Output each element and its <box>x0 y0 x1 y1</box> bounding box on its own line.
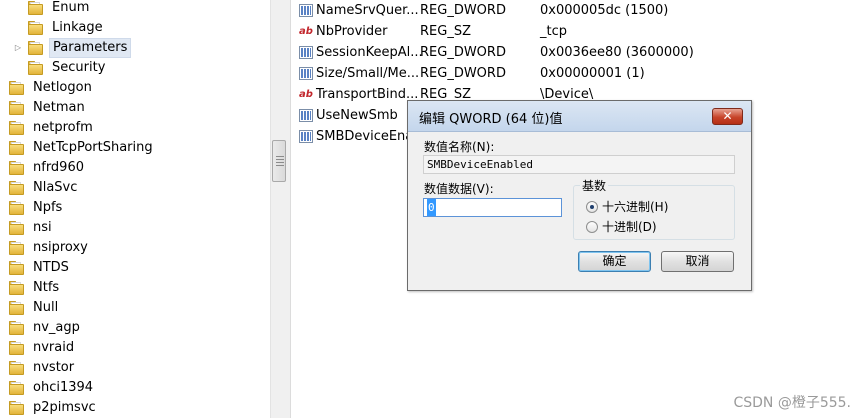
folder-icon <box>8 281 25 295</box>
binary-value-icon <box>299 46 313 59</box>
tree-item-label: Enum <box>52 0 90 15</box>
tree-item-label: Linkage <box>52 20 103 35</box>
value-name: Size/Small/Me... <box>316 66 420 81</box>
binary-value-icon <box>299 130 313 143</box>
folder-icon <box>8 241 25 255</box>
close-button[interactable]: ✕ <box>712 108 743 125</box>
registry-tree-pane[interactable]: Enum Linkage ▷ Parameters Security Netlogon Ne… <box>0 0 270 418</box>
tree-item-label: Netman <box>33 100 85 115</box>
tree-item-label: nsi <box>33 220 52 235</box>
value-data-input[interactable]: 0 <box>423 198 562 217</box>
cancel-button[interactable]: 取消 <box>661 251 734 272</box>
tree-item-label: nsiproxy <box>33 240 88 255</box>
scrollbar-thumb[interactable] <box>272 140 286 182</box>
folder-icon <box>8 221 25 235</box>
value-data-text: 0 <box>427 199 436 216</box>
tree-item-label: NlaSvc <box>33 180 78 195</box>
radio-dec-button[interactable] <box>586 221 598 233</box>
value-type: REG_DWORD <box>420 45 506 60</box>
expand-arrow-icon[interactable]: ▷ <box>13 38 23 58</box>
radio-hex-button[interactable] <box>586 201 598 213</box>
folder-icon <box>27 41 44 55</box>
string-value-icon: ab <box>299 89 313 100</box>
folder-icon <box>8 181 25 195</box>
value-data: 0x0036ee80 (3600000) <box>540 45 694 60</box>
value-type: REG_DWORD <box>420 3 506 18</box>
tree-item-label: Null <box>33 300 59 315</box>
dialog-title: 编辑 QWORD (64 位)值 <box>419 112 563 127</box>
folder-icon <box>8 81 25 95</box>
tree-item-label: NetTcpPortSharing <box>33 140 153 155</box>
folder-icon <box>27 1 44 15</box>
string-value-icon: ab <box>299 26 313 37</box>
value-type: REG_SZ <box>420 24 471 39</box>
radio-hex-label: 十六进制(H) <box>602 200 669 214</box>
value-row[interactable]: Size/Small/Me... REG_DWORD 0x00000001 (1) <box>291 63 861 84</box>
ok-button[interactable]: 确定 <box>578 251 651 272</box>
binary-value-icon <box>299 67 313 80</box>
tree-item-label: Parameters <box>49 38 132 58</box>
folder-icon <box>8 101 25 115</box>
tree-item-label: nv_agp <box>33 320 80 335</box>
folder-icon <box>8 401 25 415</box>
tree-item-label: nvstor <box>33 360 75 375</box>
edit-qword-dialog: 编辑 QWORD (64 位)值 ✕ 数值名称(N): SMBDeviceEna… <box>407 100 752 291</box>
binary-value-icon <box>299 4 313 17</box>
value-data: 0x000005dc (1500) <box>540 3 669 18</box>
value-data-label: 数值数据(V): <box>424 182 494 196</box>
tree-vertical-scrollbar[interactable] <box>270 0 287 418</box>
folder-icon <box>8 161 25 175</box>
tree-item-label: p2pimsvc <box>33 400 96 415</box>
tree-item-label: Npfs <box>33 200 63 215</box>
dialog-title-bar[interactable]: 编辑 QWORD (64 位)值 ✕ <box>408 101 751 132</box>
folder-icon <box>8 301 25 315</box>
folder-icon <box>8 381 25 395</box>
tree-item-label: NTDS <box>33 260 69 275</box>
binary-value-icon <box>299 109 313 122</box>
value-name: TransportBind... <box>316 87 419 102</box>
value-type: REG_DWORD <box>420 66 506 81</box>
value-name: NbProvider <box>316 24 388 39</box>
tree-item-label: Security <box>52 60 106 75</box>
tree-item-label: Netlogon <box>33 80 92 95</box>
folder-icon <box>8 341 25 355</box>
tree-item-label: Ntfs <box>33 280 60 295</box>
value-row[interactable]: SessionKeepAl... REG_DWORD 0x0036ee80 (360… <box>291 42 861 63</box>
folder-icon <box>8 141 25 155</box>
close-icon: ✕ <box>722 109 733 123</box>
folder-icon <box>8 261 25 275</box>
watermark: CSDN @橙子555. <box>733 395 851 411</box>
folder-icon <box>27 61 44 75</box>
tree-item-label: nvraid <box>33 340 75 355</box>
folder-icon <box>8 321 25 335</box>
value-row[interactable]: ab NbProvider REG_SZ _tcp <box>291 21 861 42</box>
value-name: SessionKeepAl... <box>316 45 423 60</box>
base-groupbox-title: 基数 <box>580 177 609 194</box>
folder-icon <box>8 361 25 375</box>
tree-item-label: ohci1394 <box>33 380 94 395</box>
folder-icon <box>8 121 25 135</box>
tree-item-label: nfrd960 <box>33 160 84 175</box>
radio-dec-label: 十进制(D) <box>602 220 657 234</box>
tree-item-label: netprofm <box>33 120 93 135</box>
folder-icon <box>8 201 25 215</box>
value-data: _tcp <box>540 24 567 39</box>
value-data: 0x00000001 (1) <box>540 66 645 81</box>
value-name: NameSrvQuer... <box>316 3 419 18</box>
base-groupbox: 基数 十六进制(H) 十进制(D) <box>573 177 735 240</box>
value-name-field[interactable]: SMBDeviceEnabled <box>423 155 735 174</box>
value-row[interactable]: NameSrvQuer... REG_DWORD 0x000005dc (1500) <box>291 0 861 21</box>
folder-icon <box>27 21 44 35</box>
value-name: UseNewSmb <box>316 108 398 123</box>
value-name-label: 数值名称(N): <box>424 140 495 154</box>
